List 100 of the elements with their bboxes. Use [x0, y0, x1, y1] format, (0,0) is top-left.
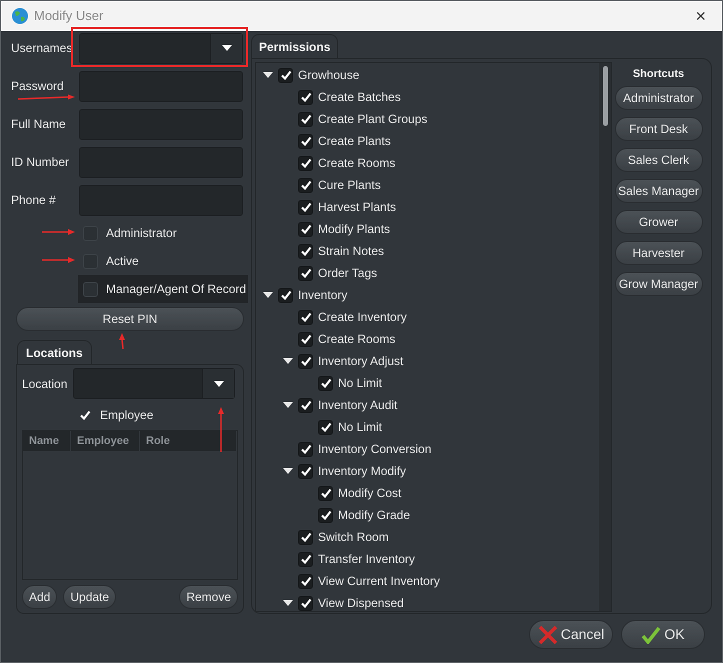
expand-arrow-icon[interactable]: [283, 467, 293, 475]
field-label: ID Number: [11, 154, 70, 171]
shortcut-button[interactable]: Grower: [614, 210, 702, 234]
permission-label: Strain Notes: [318, 243, 384, 260]
dropdown-field[interactable]: [73, 368, 236, 399]
caret-icon: [214, 380, 224, 386]
permission-label: Inventory Conversion: [318, 441, 432, 458]
checkbox-row[interactable]: Manager/Agent Of Record: [78, 275, 248, 303]
permission-label: View Current Inventory: [318, 573, 440, 590]
permission-label: Switch Room: [318, 529, 389, 546]
shortcut-button[interactable]: Front Desk: [614, 116, 702, 140]
permission-label: Order Tags: [318, 265, 378, 282]
expand-arrow-icon[interactable]: [283, 357, 293, 365]
permission-label: Modify Grade: [338, 507, 410, 524]
checkbox[interactable]: [298, 266, 313, 280]
checkbox[interactable]: [298, 112, 313, 126]
checkbox[interactable]: [298, 354, 313, 368]
field-label: Password: [11, 78, 64, 95]
scrollbar[interactable]: [599, 63, 611, 611]
column-header[interactable]: Role: [140, 431, 237, 451]
shortcuts-title: Shortcuts: [632, 67, 684, 82]
table-action-button[interactable]: Remove: [179, 585, 238, 609]
checkbox[interactable]: [298, 90, 313, 104]
annotation-arrow: [42, 229, 75, 235]
checkbox[interactable]: [318, 486, 333, 500]
permission-label: Harvest Plants: [318, 199, 396, 216]
expand-arrow-icon[interactable]: [283, 599, 293, 607]
field-label: Usernames: [11, 40, 72, 57]
shortcut-button[interactable]: Harvester: [614, 240, 702, 264]
shortcut-button[interactable]: Sales Clerk: [614, 148, 702, 172]
checkbox[interactable]: [298, 464, 313, 478]
checkbox-row[interactable]: Active: [78, 247, 141, 275]
checkbox[interactable]: [298, 310, 313, 324]
permission-label: Modify Plants: [318, 221, 390, 238]
permission-label: Create Inventory: [318, 309, 407, 326]
locations-tab[interactable]: Locations: [17, 340, 92, 364]
permission-label: Inventory Adjust: [318, 353, 404, 370]
checkbox[interactable]: [278, 288, 293, 302]
checkbox-label: Employee: [100, 407, 154, 424]
permission-label: Create Rooms: [318, 331, 396, 348]
checkbox[interactable]: [298, 442, 313, 456]
annotation-arrow: [18, 94, 75, 100]
reset-pin-button[interactable]: Reset PIN: [16, 307, 244, 331]
checkbox[interactable]: [83, 282, 98, 296]
close-button[interactable]: ×: [689, 7, 712, 25]
globe-icon: [11, 7, 29, 25]
checkbox[interactable]: [298, 134, 313, 148]
permission-label: Transfer Inventory: [318, 551, 415, 568]
checkbox[interactable]: [298, 244, 313, 258]
checkbox[interactable]: [298, 398, 313, 412]
ok-button[interactable]: OK: [621, 620, 705, 649]
cancel-button[interactable]: Cancel: [529, 620, 613, 649]
annotation-arrow: [119, 333, 125, 350]
checkbox[interactable]: [298, 156, 313, 170]
shortcut-button[interactable]: Grow Manager: [614, 272, 702, 296]
checkbox[interactable]: [298, 574, 313, 588]
annotation-arrow: [218, 407, 224, 452]
checkbox[interactable]: [278, 68, 293, 82]
shortcut-button[interactable]: Administrator: [614, 86, 702, 110]
permission-label: Cure Plants: [318, 177, 381, 194]
expand-arrow-icon[interactable]: [283, 401, 293, 409]
permission-label: Growhouse: [298, 67, 360, 84]
permission-label: View Dispensed: [318, 595, 404, 611]
expand-arrow-icon[interactable]: [263, 291, 273, 299]
text-field[interactable]: [79, 184, 243, 216]
column-header[interactable]: Name: [23, 431, 71, 451]
checkbox-row[interactable]: Administrator: [78, 219, 179, 247]
permission-label: Create Batches: [318, 89, 401, 106]
dropdown-field[interactable]: [79, 32, 243, 64]
annotation-arrow: [42, 257, 75, 263]
checkbox[interactable]: [298, 178, 313, 192]
checkbox[interactable]: [298, 222, 313, 236]
permissions-tab[interactable]: Permissions: [251, 34, 338, 58]
caret-icon: [222, 45, 232, 51]
permission-label: Create Plants: [318, 133, 391, 150]
permission-label: Inventory Audit: [318, 397, 398, 414]
checkmark-icon: [641, 626, 662, 644]
expand-arrow-icon[interactable]: [263, 71, 273, 79]
shortcut-button[interactable]: Sales Manager: [614, 178, 702, 202]
checkbox[interactable]: [318, 508, 333, 522]
text-field[interactable]: [79, 146, 243, 178]
permission-label: Inventory: [298, 287, 348, 304]
checkbox[interactable]: [298, 530, 313, 544]
checkbox[interactable]: [298, 332, 313, 346]
checkbox[interactable]: [298, 200, 313, 214]
permission-label: No Limit: [338, 375, 382, 392]
permission-label: Inventory Modify: [318, 463, 406, 480]
permission-label: Create Plant Groups: [318, 111, 428, 128]
table-action-button[interactable]: Add: [22, 585, 58, 609]
checkbox[interactable]: [298, 596, 313, 610]
permission-label: Modify Cost: [338, 485, 402, 502]
table-action-button[interactable]: Update: [63, 585, 116, 609]
checkbox[interactable]: [298, 552, 313, 566]
checkbox[interactable]: [318, 420, 333, 434]
checkbox[interactable]: [318, 376, 333, 390]
text-field[interactable]: [79, 108, 243, 140]
field-label: Full Name: [11, 116, 66, 133]
field-label: Phone #: [11, 192, 56, 209]
column-header[interactable]: Employee: [71, 431, 140, 451]
text-field[interactable]: [79, 70, 243, 102]
